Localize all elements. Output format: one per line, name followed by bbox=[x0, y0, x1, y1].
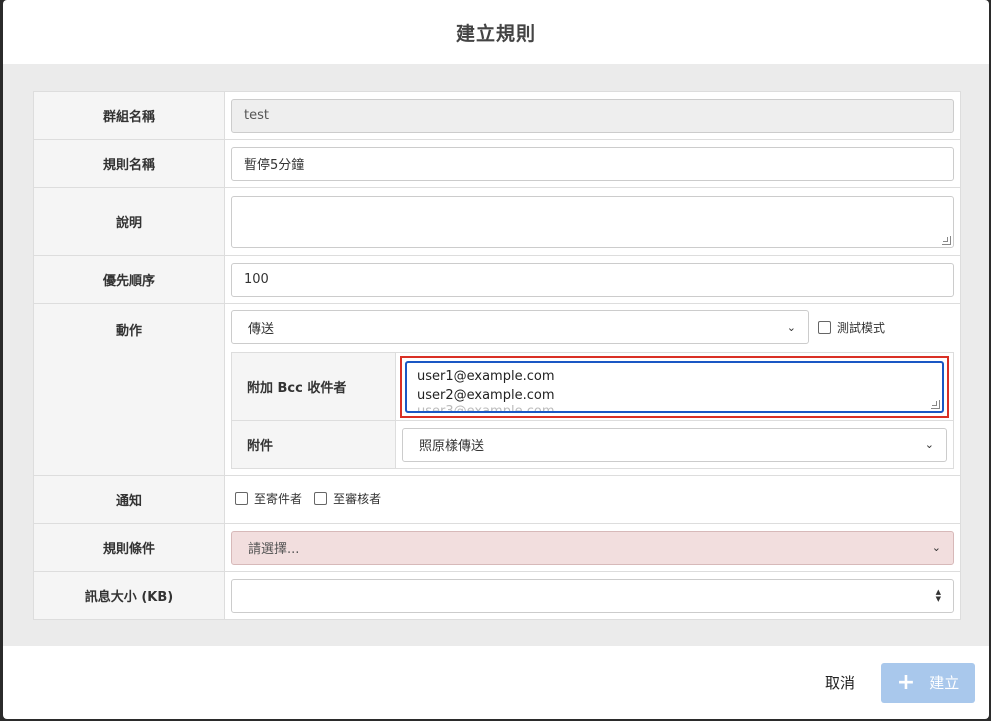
rule-name-label: 規則名稱 bbox=[33, 139, 225, 188]
modal-header: 建立規則 bbox=[3, 0, 989, 65]
rule-name-field[interactable]: 暫停5分鐘 bbox=[231, 146, 954, 181]
rule-form: 群組名稱 test 規則名稱 暫停5分鐘 說明 優先順序 100 動作 傳送 ⌄… bbox=[33, 91, 961, 620]
bcc-recipients-field[interactable]: user1@example.com user2@example.com user… bbox=[405, 360, 944, 413]
test-mode-label: 測試模式 bbox=[837, 320, 886, 335]
size-field[interactable]: ▲ ▼ bbox=[231, 578, 954, 613]
size-label: 訊息大小 (KB) bbox=[33, 571, 225, 620]
notify-label: 通知 bbox=[33, 475, 225, 524]
group-name-label: 群組名稱 bbox=[33, 91, 225, 140]
row-action: 動作 傳送 ⌄ 測試模式 附加 Bcc 收件者 user1@example.co… bbox=[33, 303, 961, 476]
action-subform: 附加 Bcc 收件者 user1@example.com user2@examp… bbox=[231, 352, 954, 469]
row-attachment: 附件 照原樣傳送 ⌄ bbox=[231, 420, 954, 469]
number-spinner-icon[interactable]: ▲ ▼ bbox=[936, 588, 941, 603]
notify-sender-label: 至寄件者 bbox=[254, 492, 303, 506]
action-select[interactable]: 傳送 ⌄ bbox=[231, 310, 809, 344]
description-field[interactable] bbox=[231, 195, 954, 248]
row-size: 訊息大小 (KB) ▲ ▼ bbox=[33, 571, 961, 620]
row-rule-name: 規則名稱 暫停5分鐘 bbox=[33, 139, 961, 188]
notify-sender-checkbox[interactable] bbox=[235, 492, 248, 505]
test-mode-checkbox[interactable] bbox=[818, 320, 831, 334]
notify-reviewer-checkbox[interactable] bbox=[314, 492, 328, 505]
modal-footer: 取消 + 建立 bbox=[3, 646, 989, 719]
plus-icon: + bbox=[896, 669, 916, 695]
priority-field[interactable]: 100 bbox=[231, 262, 954, 297]
cancel-button[interactable]: 取消 bbox=[825, 672, 855, 693]
modal-body: 群組名稱 test 規則名稱 暫停5分鐘 說明 優先順序 100 動作 傳送 ⌄… bbox=[3, 64, 989, 646]
row-priority: 優先順序 100 bbox=[33, 255, 961, 304]
create-button[interactable]: + 建立 bbox=[881, 662, 975, 703]
bcc-highlight-box: user1@example.com user2@example.com user… bbox=[400, 355, 949, 418]
test-mode-option[interactable]: 測試模式 bbox=[818, 319, 885, 336]
chevron-down-icon: ⌄ bbox=[924, 438, 934, 451]
notify-reviewer-label: 至審核者 bbox=[333, 492, 382, 506]
row-bcc: 附加 Bcc 收件者 user1@example.com user2@examp… bbox=[231, 352, 954, 421]
attachment-label: 附件 bbox=[231, 420, 396, 469]
chevron-down-icon: ⌄ bbox=[786, 320, 796, 334]
modal-title: 建立規則 bbox=[455, 22, 536, 45]
resize-handle-icon[interactable] bbox=[931, 399, 940, 409]
notify-reviewer-option[interactable]: 至審核者 bbox=[314, 490, 381, 507]
row-conditions: 規則條件 請選擇... ⌄ bbox=[33, 523, 961, 572]
row-group-name: 群組名稱 test bbox=[33, 91, 961, 140]
conditions-select[interactable]: 請選擇... ⌄ bbox=[231, 530, 954, 565]
create-rule-modal: 建立規則 群組名稱 test 規則名稱 暫停5分鐘 說明 優先順序 100 動作… bbox=[3, 0, 989, 719]
action-label: 動作 bbox=[33, 303, 225, 476]
conditions-label: 規則條件 bbox=[33, 523, 225, 572]
description-label: 說明 bbox=[33, 187, 225, 256]
row-description: 說明 bbox=[33, 187, 961, 256]
row-notify: 通知 至寄件者 至審核者 bbox=[33, 475, 961, 524]
resize-handle-icon[interactable] bbox=[942, 235, 951, 245]
create-button-label: 建立 bbox=[929, 674, 960, 692]
group-name-field: test bbox=[231, 98, 954, 133]
notify-sender-option[interactable]: 至寄件者 bbox=[235, 490, 302, 507]
priority-label: 優先順序 bbox=[33, 255, 225, 304]
attachment-select[interactable]: 照原樣傳送 ⌄ bbox=[402, 427, 947, 462]
bcc-label: 附加 Bcc 收件者 bbox=[231, 352, 396, 421]
chevron-down-icon: ⌄ bbox=[931, 541, 941, 554]
